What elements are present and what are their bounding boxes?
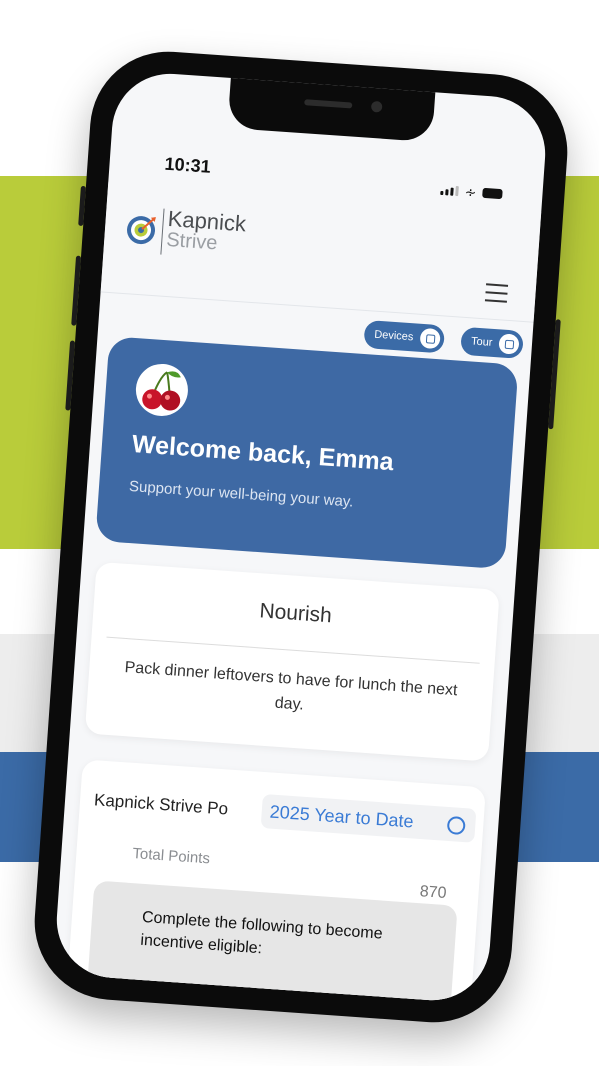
signal-icon bbox=[440, 185, 460, 197]
welcome-title: Welcome back, Emma bbox=[131, 430, 395, 477]
notch bbox=[227, 75, 436, 143]
wifi-icon: ∻ bbox=[464, 183, 478, 201]
incentive-text: Complete the following to become incenti… bbox=[139, 908, 384, 958]
front-camera bbox=[370, 100, 383, 113]
tour-toggle-label: Tour bbox=[470, 335, 493, 349]
period-select-value: 2025 Year to Date bbox=[269, 801, 415, 832]
status-time: 10:31 bbox=[164, 153, 212, 177]
status-icons: ∻ bbox=[440, 183, 503, 201]
tip-category: Nourish bbox=[258, 599, 333, 628]
points-card: Kapnick Strive Po 2025 Year to Date Tota… bbox=[64, 759, 486, 1005]
brand-logo: Kapnick Strive bbox=[166, 206, 247, 255]
app-header: Kapnick Strive bbox=[100, 181, 542, 323]
phone-screen: 10:31 ∻ Kapnick Strive Devices Tour Welc… bbox=[52, 69, 550, 1005]
select-arrows-icon bbox=[446, 815, 466, 836]
hamburger-menu-icon[interactable] bbox=[484, 283, 509, 308]
logo-divider bbox=[160, 208, 165, 255]
phone-frame: 10:31 ∻ Kapnick Strive Devices Tour Welc… bbox=[29, 46, 573, 1028]
cherry-icon[interactable] bbox=[134, 362, 190, 418]
period-select[interactable]: 2025 Year to Date bbox=[260, 793, 477, 843]
incentive-box: Complete the following to become incenti… bbox=[84, 880, 458, 1005]
target-logo-icon bbox=[127, 216, 156, 245]
battery-icon bbox=[482, 187, 503, 200]
welcome-banner: Welcome back, Emma Support your well-bei… bbox=[95, 336, 519, 570]
devices-toggle-label: Devices bbox=[373, 328, 414, 344]
tip-text: Pack dinner leftovers to have for lunch … bbox=[124, 659, 459, 714]
total-points-label: Total Points bbox=[131, 845, 211, 868]
square-icon bbox=[419, 327, 441, 350]
square-icon bbox=[498, 333, 521, 355]
speaker-grille bbox=[304, 99, 353, 109]
total-points-value: 870 bbox=[419, 883, 448, 902]
tip-card: Nourish Pack dinner leftovers to have fo… bbox=[84, 561, 500, 762]
points-title: Kapnick Strive Po bbox=[93, 790, 229, 819]
devices-toggle[interactable]: Devices bbox=[363, 319, 446, 354]
welcome-subtitle: Support your well-being your way. bbox=[128, 477, 355, 511]
tour-toggle[interactable]: Tour bbox=[460, 326, 525, 360]
